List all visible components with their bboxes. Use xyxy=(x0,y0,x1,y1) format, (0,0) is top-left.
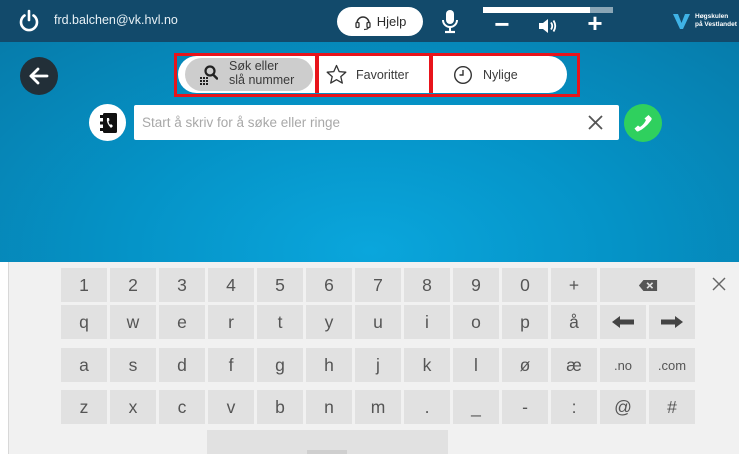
phonebook-icon xyxy=(99,112,117,133)
tab-favorites[interactable]: Favoritter xyxy=(319,56,429,93)
key[interactable]: p xyxy=(502,305,548,339)
key[interactable]: o xyxy=(453,305,499,339)
key[interactable]: q xyxy=(61,305,107,339)
key[interactable]: 1 xyxy=(61,268,107,302)
key[interactable]: 3 xyxy=(159,268,205,302)
search-box xyxy=(134,105,619,140)
key[interactable]: d xyxy=(159,348,205,382)
key[interactable]: n xyxy=(306,390,352,424)
key[interactable]: . xyxy=(404,390,450,424)
key[interactable]: x xyxy=(110,390,156,424)
key[interactable]: a xyxy=(61,348,107,382)
keyboard-row-top-letters: q w e r t y u i o p å xyxy=(61,305,695,339)
key[interactable]: å xyxy=(551,305,597,339)
speaker-icon xyxy=(539,19,557,33)
volume-down-button[interactable]: − xyxy=(491,11,513,37)
backspace-key[interactable] xyxy=(600,268,695,302)
phone-icon xyxy=(634,115,652,132)
key[interactable]: + xyxy=(551,268,597,302)
tab-recent-label: Nylige xyxy=(483,68,518,82)
key[interactable]: j xyxy=(355,348,401,382)
key[interactable]: 4 xyxy=(208,268,254,302)
key[interactable]: w xyxy=(110,305,156,339)
key[interactable]: 0 xyxy=(502,268,548,302)
back-button[interactable] xyxy=(20,57,58,95)
logo-text: Høgskulen på Vestlandet xyxy=(695,13,737,28)
tab-favorites-label: Favoritter xyxy=(356,68,409,82)
back-arrow-icon xyxy=(29,67,49,85)
tab-search-or-dial[interactable]: Søk eller slå nummer xyxy=(178,56,315,93)
key[interactable]: b xyxy=(257,390,303,424)
key[interactable]: e xyxy=(159,305,205,339)
backspace-icon xyxy=(638,279,657,291)
key[interactable]: 9 xyxy=(453,268,499,302)
key[interactable]: c xyxy=(159,390,205,424)
volume-control: − + xyxy=(483,4,615,38)
key[interactable]: # xyxy=(649,390,695,424)
key[interactable]: æ xyxy=(551,348,597,382)
microphone-button[interactable] xyxy=(440,9,460,35)
key[interactable]: r xyxy=(208,305,254,339)
key[interactable]: _ xyxy=(453,390,499,424)
key[interactable]: 2 xyxy=(110,268,156,302)
star-icon xyxy=(326,64,347,84)
power-button[interactable] xyxy=(18,9,40,33)
dialpad-search-icon xyxy=(200,65,218,85)
key[interactable]: z xyxy=(61,390,107,424)
key[interactable]: l xyxy=(453,348,499,382)
key[interactable]: @ xyxy=(600,390,646,424)
key[interactable]: 7 xyxy=(355,268,401,302)
cursor-left-key[interactable] xyxy=(600,305,646,339)
key[interactable]: - xyxy=(502,390,548,424)
user-email: frd.balchen@vk.hvl.no xyxy=(54,13,178,27)
space-key[interactable] xyxy=(207,430,448,454)
key[interactable]: m xyxy=(355,390,401,424)
microphone-icon xyxy=(442,10,458,34)
hvl-logo: Høgskulen på Vestlandet xyxy=(672,11,738,35)
key[interactable]: f xyxy=(208,348,254,382)
key[interactable]: k xyxy=(404,348,450,382)
main-panel: Søk eller slå nummer Favoritter Nylige xyxy=(0,42,739,262)
keyboard-close-icon[interactable] xyxy=(710,275,728,293)
on-screen-keyboard: 1 2 3 4 5 6 7 8 9 0 + q w e r t y u i o … xyxy=(8,262,739,454)
help-label: Hjelp xyxy=(376,14,407,29)
hvl-logo-mark xyxy=(673,14,690,29)
key[interactable]: 5 xyxy=(257,268,303,302)
key[interactable]: s xyxy=(110,348,156,382)
key[interactable]: u xyxy=(355,305,401,339)
headset-icon xyxy=(355,15,371,30)
mute-button[interactable] xyxy=(537,17,559,35)
keyboard-row-bottom-letters: z x c v b n m . _ - : @ # xyxy=(61,390,695,424)
directory-button[interactable] xyxy=(89,104,126,141)
arrow-right-icon xyxy=(661,316,683,328)
space-key-handle xyxy=(307,450,347,454)
key-domain-com[interactable]: .com xyxy=(649,348,695,382)
key[interactable]: t xyxy=(257,305,303,339)
key[interactable]: i xyxy=(404,305,450,339)
key-domain-no[interactable]: .no xyxy=(600,348,646,382)
tab-search-label: Søk eller slå nummer xyxy=(229,59,295,87)
keyboard-row-middle-letters: a s d f g h j k l ø æ .no .com xyxy=(61,348,695,382)
power-icon xyxy=(19,9,39,32)
clock-icon xyxy=(453,65,473,85)
key[interactable]: ø xyxy=(502,348,548,382)
call-button[interactable] xyxy=(624,104,662,142)
key[interactable]: 6 xyxy=(306,268,352,302)
help-button[interactable]: Hjelp xyxy=(337,7,423,36)
arrow-left-icon xyxy=(612,316,634,328)
cursor-right-key[interactable] xyxy=(649,305,695,339)
search-input[interactable] xyxy=(142,111,572,133)
keyboard-row-numbers: 1 2 3 4 5 6 7 8 9 0 + xyxy=(61,268,695,302)
key[interactable]: g xyxy=(257,348,303,382)
key[interactable]: v xyxy=(208,390,254,424)
key[interactable]: y xyxy=(306,305,352,339)
tab-recent[interactable]: Nylige xyxy=(433,56,567,93)
key[interactable]: 8 xyxy=(404,268,450,302)
key[interactable]: : xyxy=(551,390,597,424)
close-icon[interactable] xyxy=(586,113,605,132)
key[interactable]: h xyxy=(306,348,352,382)
volume-up-button[interactable]: + xyxy=(583,10,607,36)
top-bar: frd.balchen@vk.hvl.no Hjelp − + Høgskule… xyxy=(0,0,739,42)
